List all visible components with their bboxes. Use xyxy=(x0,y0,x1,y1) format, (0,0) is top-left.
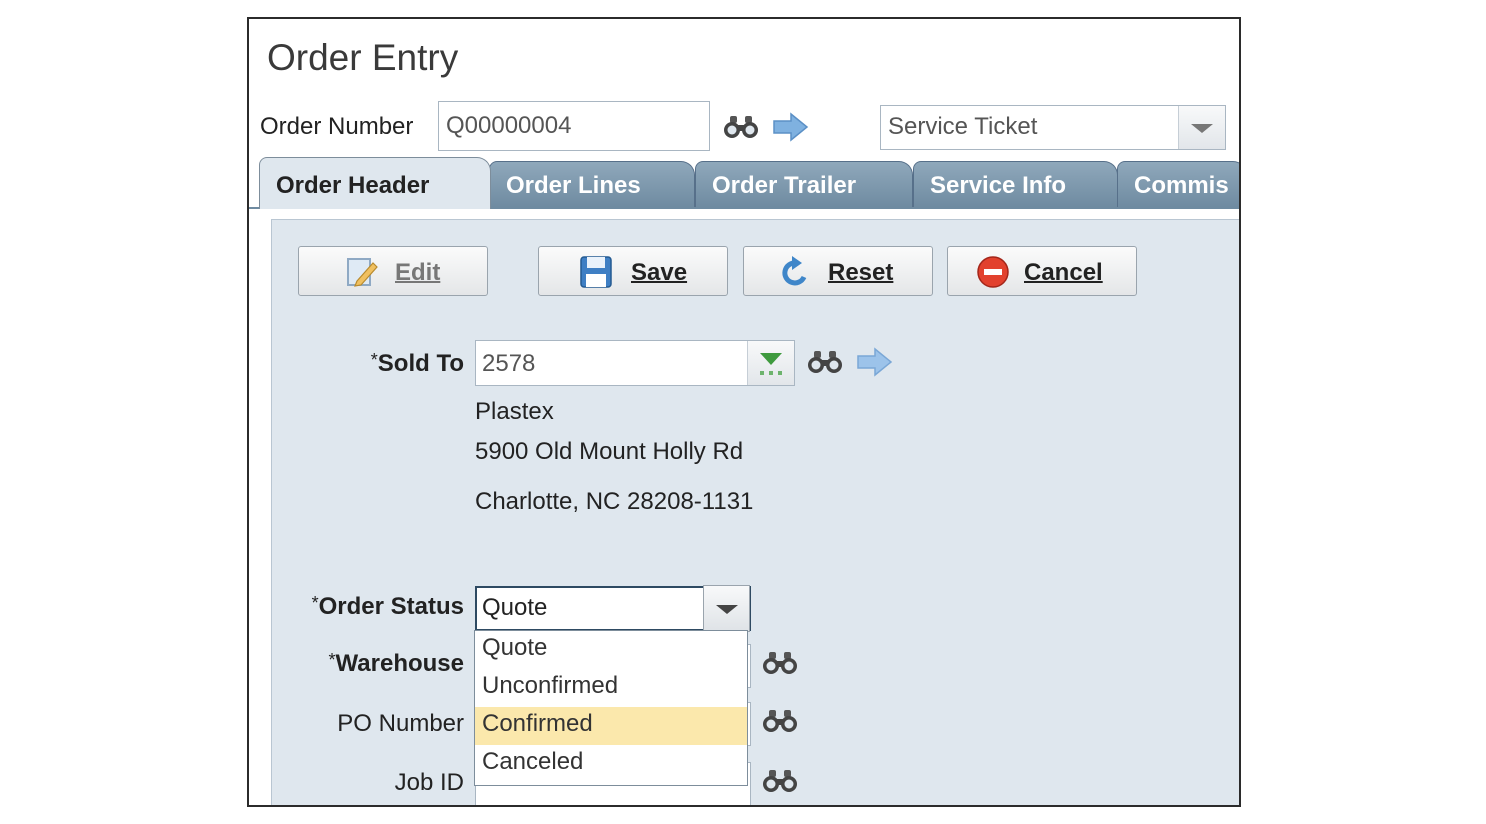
tab-strip: Order Header Order Lines Order Trailer S… xyxy=(249,157,1239,209)
sold-to-label-text: Sold To xyxy=(377,350,464,377)
tab-service-info[interactable]: Service Info xyxy=(913,161,1118,207)
stop-icon xyxy=(976,255,1010,289)
sold-to-value: 2578 xyxy=(482,350,536,377)
edit-icon xyxy=(345,255,379,289)
binoculars-icon[interactable] xyxy=(762,709,798,733)
job-id-label: Job ID xyxy=(394,769,464,796)
order-status-option-quote[interactable]: Quote xyxy=(475,631,747,669)
warehouse-label: *Warehouse xyxy=(282,650,465,678)
save-button[interactable]: Save xyxy=(538,246,728,296)
required-marker: * xyxy=(311,593,319,613)
order-number-label: Order Number xyxy=(260,113,414,140)
order-status-option-canceled[interactable]: Canceled xyxy=(475,745,747,783)
undo-icon xyxy=(778,255,812,289)
order-number-input[interactable]: Q00000004 xyxy=(438,101,710,151)
page-title: Order Entry xyxy=(267,37,459,78)
order-status-option-confirmed[interactable]: Confirmed xyxy=(475,707,747,745)
binoculars-icon[interactable] xyxy=(762,651,798,675)
sold-to-input[interactable]: 2578 xyxy=(475,340,795,386)
tab-order-lines[interactable]: Order Lines xyxy=(489,161,695,207)
binoculars-icon[interactable] xyxy=(762,769,798,793)
order-status-label-text: Order Status xyxy=(318,593,464,620)
tab-order-trailer[interactable]: Order Trailer xyxy=(695,161,913,207)
order-header-panel: Edit Save Reset Cancel *Sold To 2578 Pla… xyxy=(271,219,1239,805)
edit-button-label: Edit xyxy=(395,259,441,286)
warehouse-label-text: Warehouse xyxy=(335,650,464,677)
chevron-down-icon xyxy=(1191,123,1213,133)
floppy-disk-icon xyxy=(579,255,613,289)
right-arrow-icon[interactable] xyxy=(857,347,893,377)
chevron-down-icon xyxy=(715,604,738,614)
order-entry-window: Order Entry Order Number Q00000004 Servi… xyxy=(247,17,1241,807)
save-button-label: Save xyxy=(631,259,688,286)
order-type-value: Service Ticket xyxy=(888,113,1038,140)
order-status-dropdown-list: Quote Unconfirmed Confirmed Canceled xyxy=(474,630,748,786)
po-number-label: PO Number xyxy=(337,710,464,737)
order-status-option-unconfirmed[interactable]: Unconfirmed xyxy=(475,669,747,707)
sold-to-label: *Sold To xyxy=(332,350,464,378)
reset-button[interactable]: Reset xyxy=(743,246,933,296)
required-marker: * xyxy=(328,650,336,670)
tab-commissions[interactable]: Commis xyxy=(1117,161,1239,207)
order-status-label: *Order Status xyxy=(282,593,464,621)
edit-button[interactable]: Edit xyxy=(298,246,488,296)
binoculars-icon[interactable] xyxy=(807,350,843,374)
reset-button-label: Reset xyxy=(828,259,894,286)
sold-to-dropdown-button[interactable] xyxy=(747,341,794,385)
required-marker: * xyxy=(370,350,378,370)
right-arrow-icon[interactable] xyxy=(773,112,809,142)
cancel-button[interactable]: Cancel xyxy=(947,246,1137,296)
filter-dropdown-icon xyxy=(760,353,782,375)
order-status-value: Quote xyxy=(482,594,548,621)
sold-to-address-line1: 5900 Old Mount Holly Rd xyxy=(475,438,744,465)
order-type-select[interactable]: Service Ticket xyxy=(880,105,1226,150)
order-type-dropdown-button[interactable] xyxy=(1178,106,1225,149)
cancel-button-label: Cancel xyxy=(1024,259,1103,286)
binoculars-icon[interactable] xyxy=(723,115,759,139)
sold-to-name: Plastex xyxy=(475,398,554,425)
tab-order-header[interactable]: Order Header xyxy=(259,157,491,209)
sold-to-address-line2: Charlotte, NC 28208-1131 xyxy=(475,488,754,515)
order-status-dropdown-button[interactable] xyxy=(703,585,750,632)
